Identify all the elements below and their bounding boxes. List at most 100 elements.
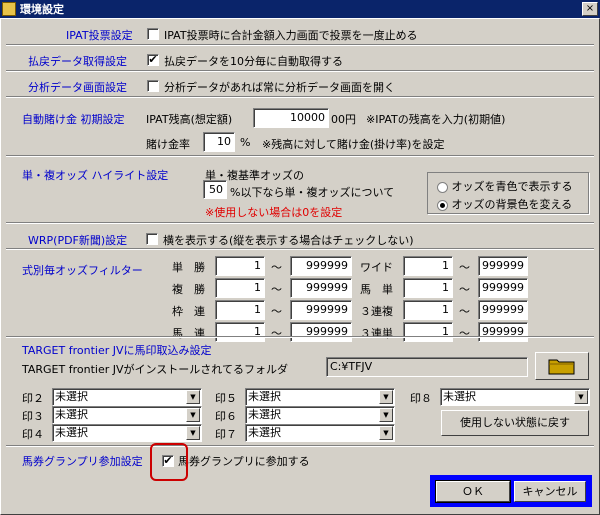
radio-blue-text[interactable]: オッズを青色で表示する <box>437 178 573 194</box>
folder-browse-button[interactable] <box>535 352 589 380</box>
filter-tilde: ～ <box>459 261 470 274</box>
folder-icon <box>548 359 575 375</box>
chevron-down-icon[interactable]: ▼ <box>574 390 588 404</box>
filter-to-input[interactable]: 999999 <box>478 256 528 276</box>
divider <box>6 336 594 338</box>
mark-select-value: 未選択 <box>248 390 281 403</box>
mark-label: 印７ <box>215 428 237 441</box>
mark-select[interactable]: 未選択 ▼ <box>245 406 395 424</box>
refund-label: 払戻データ取得設定 <box>28 55 127 68</box>
ipat-checkbox[interactable] <box>147 28 159 40</box>
radio-background-label: オッズの背景色を変える <box>451 198 573 211</box>
chevron-down-icon[interactable]: ▼ <box>379 426 393 440</box>
reset-button[interactable]: 使用しない状態に戻す <box>441 410 589 436</box>
filter-from-input[interactable]: 1 <box>403 278 453 298</box>
filter-tilde: ～ <box>459 305 470 318</box>
filter-to-input[interactable]: 999999 <box>478 278 528 298</box>
mark-select[interactable]: 未選択 ▼ <box>245 388 395 406</box>
mark-label: 印５ <box>215 392 237 405</box>
mark-select-value: 未選択 <box>248 408 281 421</box>
target-label: TARGET frontier JVに馬印取込み設定 <box>22 344 212 357</box>
grandprix-label: 馬券グランプリ参加設定 <box>22 455 143 468</box>
divider <box>6 222 594 224</box>
highlight-label: 単・複オッズ ハイライト設定 <box>22 169 169 182</box>
chevron-down-icon[interactable]: ▼ <box>379 408 393 422</box>
window-title: 環境設定 <box>20 3 64 16</box>
divider <box>6 155 594 157</box>
balance-label: IPAT残高(想定額) <box>146 113 233 126</box>
refund-text: 払戻データを10分毎に自動取得する <box>164 55 343 68</box>
chevron-down-icon[interactable]: ▼ <box>186 390 200 404</box>
filter-from-input[interactable]: 1 <box>215 278 265 298</box>
wrp-label: WRP(PDF新聞)設定 <box>28 234 128 247</box>
refund-checkbox[interactable]: ✔ <box>147 54 159 66</box>
mark-label: 印８ <box>410 392 432 405</box>
analysis-label: 分析データ画面設定 <box>28 81 127 94</box>
chevron-down-icon[interactable]: ▼ <box>186 426 200 440</box>
filter-to-input[interactable]: 999999 <box>290 278 352 298</box>
mark-label: 印４ <box>22 428 44 441</box>
chevron-down-icon[interactable]: ▼ <box>379 390 393 404</box>
balance-input[interactable]: 10000 <box>253 108 329 128</box>
radio-button-selected[interactable] <box>437 199 448 211</box>
highlight-base-input[interactable]: 50 <box>203 180 227 199</box>
filter-bet-type: 馬 単 <box>360 283 393 296</box>
close-button[interactable]: × <box>582 2 598 16</box>
filter-from-input[interactable]: 1 <box>403 256 453 276</box>
target-folder-label: TARGET frontier JVがインストールされてるフォルダ <box>22 363 288 376</box>
radio-button[interactable] <box>437 181 448 193</box>
mark-select[interactable]: 未選択 ▼ <box>52 388 202 406</box>
rate-label: 賭け金率 <box>146 138 190 151</box>
rate-unit: % <box>240 136 251 149</box>
radio-blue-label: オッズを青色で表示する <box>451 180 573 193</box>
filter-bet-type: 複 勝 <box>172 283 205 296</box>
rate-input[interactable]: 10 <box>203 132 235 152</box>
filter-tilde: ～ <box>271 261 282 274</box>
divider <box>6 96 594 98</box>
grandprix-text: 馬券グランプリに参加する <box>178 455 310 468</box>
mark-select-value: 未選択 <box>55 390 88 403</box>
mark-label: 印２ <box>22 392 44 405</box>
filter-tilde: ～ <box>271 283 282 296</box>
chevron-down-icon[interactable]: ▼ <box>186 408 200 422</box>
divider <box>6 70 594 72</box>
mark-select-value: 未選択 <box>55 426 88 439</box>
filter-from-input[interactable]: 1 <box>215 322 265 342</box>
cancel-button[interactable]: キャンセル <box>514 481 586 502</box>
analysis-checkbox[interactable] <box>147 80 159 92</box>
app-icon <box>2 2 16 16</box>
auto-bet-label: 自動賭け金 初期設定 <box>22 113 125 126</box>
mark-select[interactable]: 未選択 ▼ <box>440 388 590 406</box>
filter-from-input[interactable]: 1 <box>403 300 453 320</box>
annotation-highlight <box>150 443 188 481</box>
target-folder-field[interactable]: C:¥TFJV <box>326 357 528 377</box>
mark-select[interactable]: 未選択 ▼ <box>52 424 202 442</box>
filter-bet-type: 馬 連 <box>172 327 205 340</box>
filter-to-input[interactable]: 999999 <box>290 300 352 320</box>
filter-tilde: ～ <box>459 283 470 296</box>
mark-select-value: 未選択 <box>55 408 88 421</box>
filter-from-input[interactable]: 1 <box>215 256 265 276</box>
filter-to-input[interactable]: 999999 <box>478 322 528 342</box>
ok-button[interactable]: ＯＫ <box>435 480 511 503</box>
mark-select-value: 未選択 <box>248 426 281 439</box>
filter-tilde: ～ <box>459 327 470 340</box>
filter-from-input[interactable]: 1 <box>215 300 265 320</box>
radio-background[interactable]: オッズの背景色を変える <box>437 196 572 212</box>
filter-bet-type: 単 勝 <box>172 261 205 274</box>
mark-select[interactable]: 未選択 ▼ <box>245 424 395 442</box>
filter-bet-type: 枠 連 <box>172 305 205 318</box>
rate-note: ※残高に対して賭け金(掛け率)を設定 <box>262 138 445 151</box>
filter-bet-type: ３連複 <box>360 305 393 318</box>
filter-bet-type: ワイド <box>360 261 393 274</box>
title-bar: 環境設定 <box>0 0 600 18</box>
filter-to-input[interactable]: 999999 <box>290 322 352 342</box>
mark-select-value: 未選択 <box>443 390 476 403</box>
ipat-label: IPAT投票設定 <box>66 29 133 42</box>
filter-from-input[interactable]: 1 <box>403 322 453 342</box>
mark-select[interactable]: 未選択 ▼ <box>52 406 202 424</box>
filter-to-input[interactable]: 999999 <box>478 300 528 320</box>
wrp-checkbox[interactable] <box>146 233 158 245</box>
highlight-note: ※使用しない場合は0を設定 <box>205 206 343 219</box>
filter-to-input[interactable]: 999999 <box>290 256 352 276</box>
